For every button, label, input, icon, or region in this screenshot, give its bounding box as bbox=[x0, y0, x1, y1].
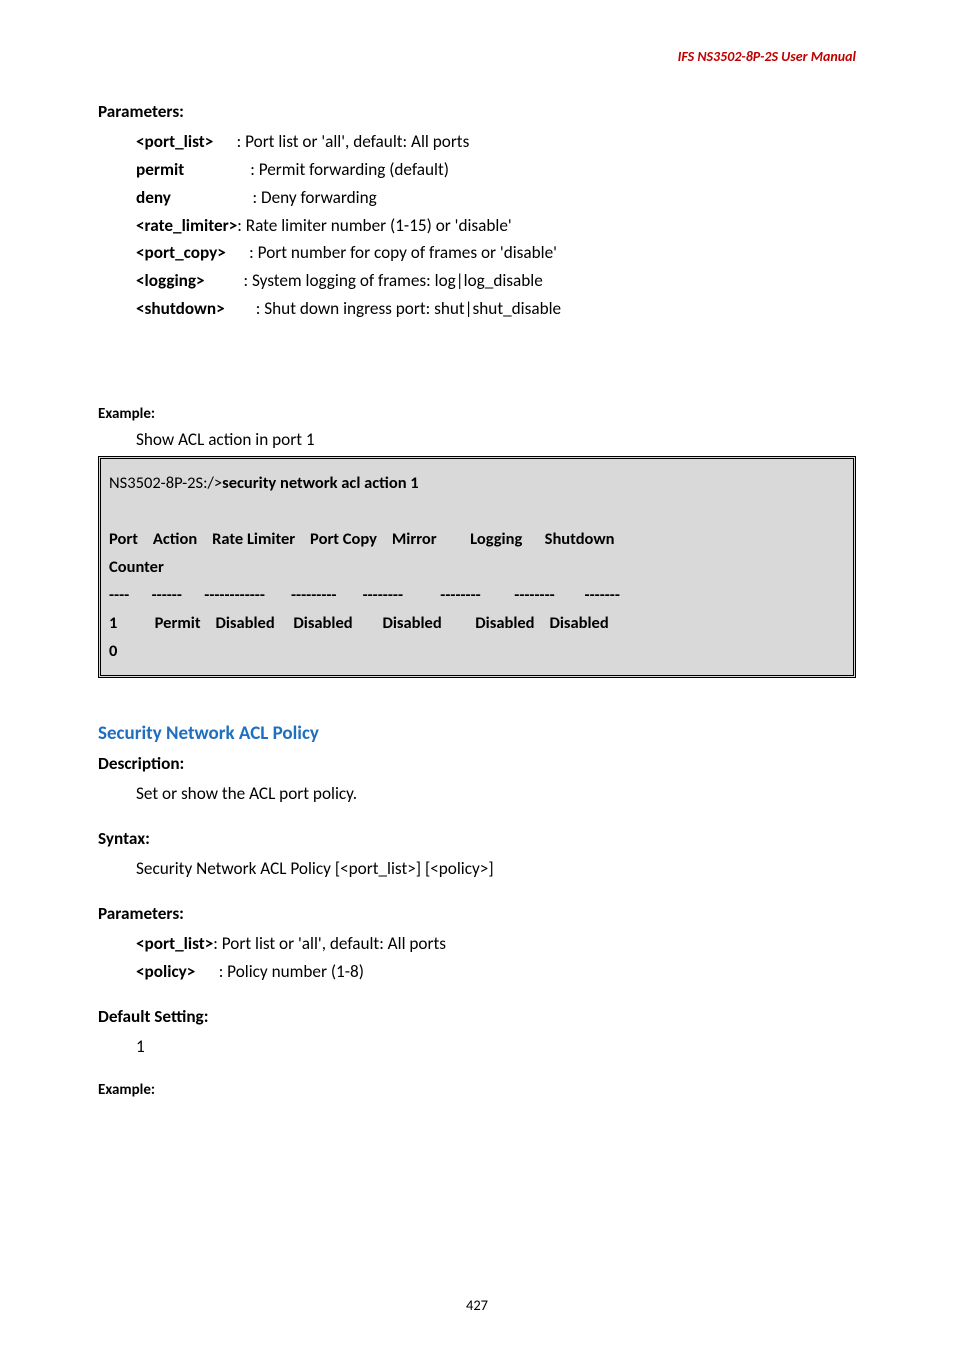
param-val: : Deny forwarding bbox=[253, 187, 377, 208]
example-label-2: Example: bbox=[98, 1081, 856, 1099]
syntax-text: Security Network ACL Policy [<port_list>… bbox=[136, 855, 856, 883]
code-divider: ---- ------ ------------ --------- -----… bbox=[109, 585, 620, 605]
policy-heading: Security Network ACL Policy bbox=[98, 722, 856, 745]
param-sep bbox=[195, 961, 218, 982]
param-val: : Rate limiter number (1-15) or 'disable… bbox=[237, 215, 511, 236]
parameters-block: <port_list> : Port list or 'all', defaul… bbox=[98, 128, 856, 323]
syntax-label: Syntax: bbox=[98, 828, 856, 849]
code-data-row: 1 Permit Disabled Disabled Disabled Disa… bbox=[109, 613, 609, 633]
param-key: <logging> bbox=[136, 270, 205, 291]
page-number: 427 bbox=[0, 1296, 954, 1314]
code-data-row2: 0 bbox=[109, 641, 117, 661]
description-label: Description: bbox=[98, 753, 856, 774]
param-key: <port_copy> bbox=[136, 242, 226, 263]
param-val: : Permit forwarding (default) bbox=[250, 159, 449, 180]
code-header-row2: Counter bbox=[109, 557, 164, 577]
param-sep bbox=[213, 131, 236, 152]
example-label: Example: bbox=[98, 405, 856, 423]
code-block: NS3502-8P-2S:/>security network acl acti… bbox=[98, 456, 856, 678]
param-sep bbox=[225, 298, 256, 319]
param-val: : Port list or 'all', default: All ports bbox=[237, 131, 470, 152]
param-key: <port_list> bbox=[136, 933, 213, 954]
code-header-row: Port Action Rate Limiter Port Copy Mirro… bbox=[109, 529, 615, 549]
param-val: : Policy number (1-8) bbox=[219, 961, 364, 982]
param-key: deny bbox=[136, 187, 171, 208]
param-key: <shutdown> bbox=[136, 298, 225, 319]
default-text: 1 bbox=[136, 1033, 856, 1061]
param-key: permit bbox=[136, 159, 184, 180]
policy-parameters-label: Parameters: bbox=[98, 903, 856, 924]
default-label: Default Setting: bbox=[98, 1006, 856, 1027]
param-sep bbox=[205, 270, 244, 291]
param-key: <port_list> bbox=[136, 131, 213, 152]
code-command: security network acl action 1 bbox=[222, 473, 419, 493]
param-val: : System logging of frames: log|log_disa… bbox=[243, 270, 542, 291]
param-key: <policy> bbox=[136, 961, 195, 982]
example-caption: Show ACL action in port 1 bbox=[136, 429, 856, 450]
parameters-heading: Parameters: bbox=[98, 101, 856, 122]
param-val: : Port list or 'all', default: All ports bbox=[213, 933, 446, 954]
param-sep bbox=[226, 242, 249, 263]
code-prompt: NS3502-8P-2S:/> bbox=[109, 473, 222, 493]
param-val: : Port number for copy of frames or 'dis… bbox=[249, 242, 557, 263]
param-sep bbox=[184, 159, 250, 180]
description-text: Set or show the ACL port policy. bbox=[136, 780, 856, 808]
page-header: IFS NS3502-8P-2S User Manual bbox=[98, 48, 856, 65]
param-sep bbox=[171, 187, 253, 208]
param-val: : Shut down ingress port: shut|shut_disa… bbox=[256, 298, 561, 319]
param-key: <rate_limiter> bbox=[136, 215, 237, 236]
